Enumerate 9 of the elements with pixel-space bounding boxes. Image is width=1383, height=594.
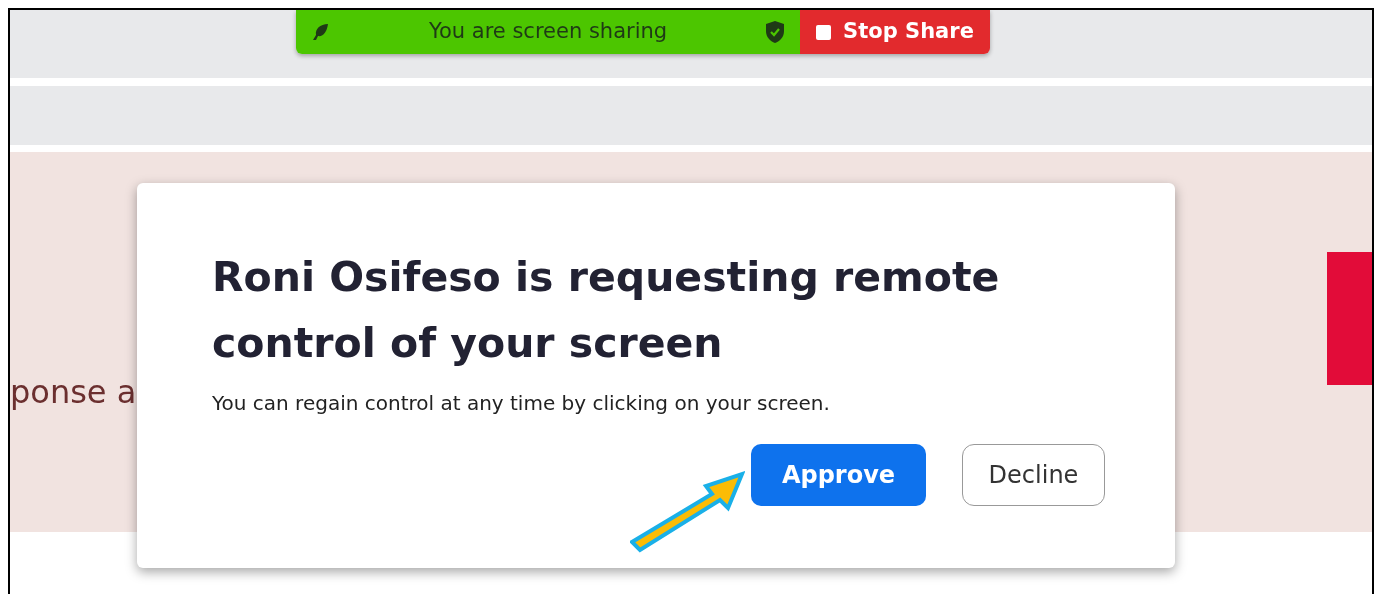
share-status-text: You are screen sharing	[427, 18, 669, 46]
decline-button[interactable]: Decline	[962, 444, 1105, 507]
background-text: ponse a	[10, 372, 137, 413]
approve-button[interactable]: Approve	[751, 444, 926, 507]
dialog-message: You can regain control at any time by clicking on your screen.	[212, 390, 831, 418]
stop-share-button[interactable]: Stop Share	[800, 10, 990, 54]
stop-icon	[816, 24, 832, 40]
dialog-title: Roni Osifeso is requesting remote control of your screen	[212, 252, 1001, 369]
shield-check-icon	[764, 20, 786, 44]
